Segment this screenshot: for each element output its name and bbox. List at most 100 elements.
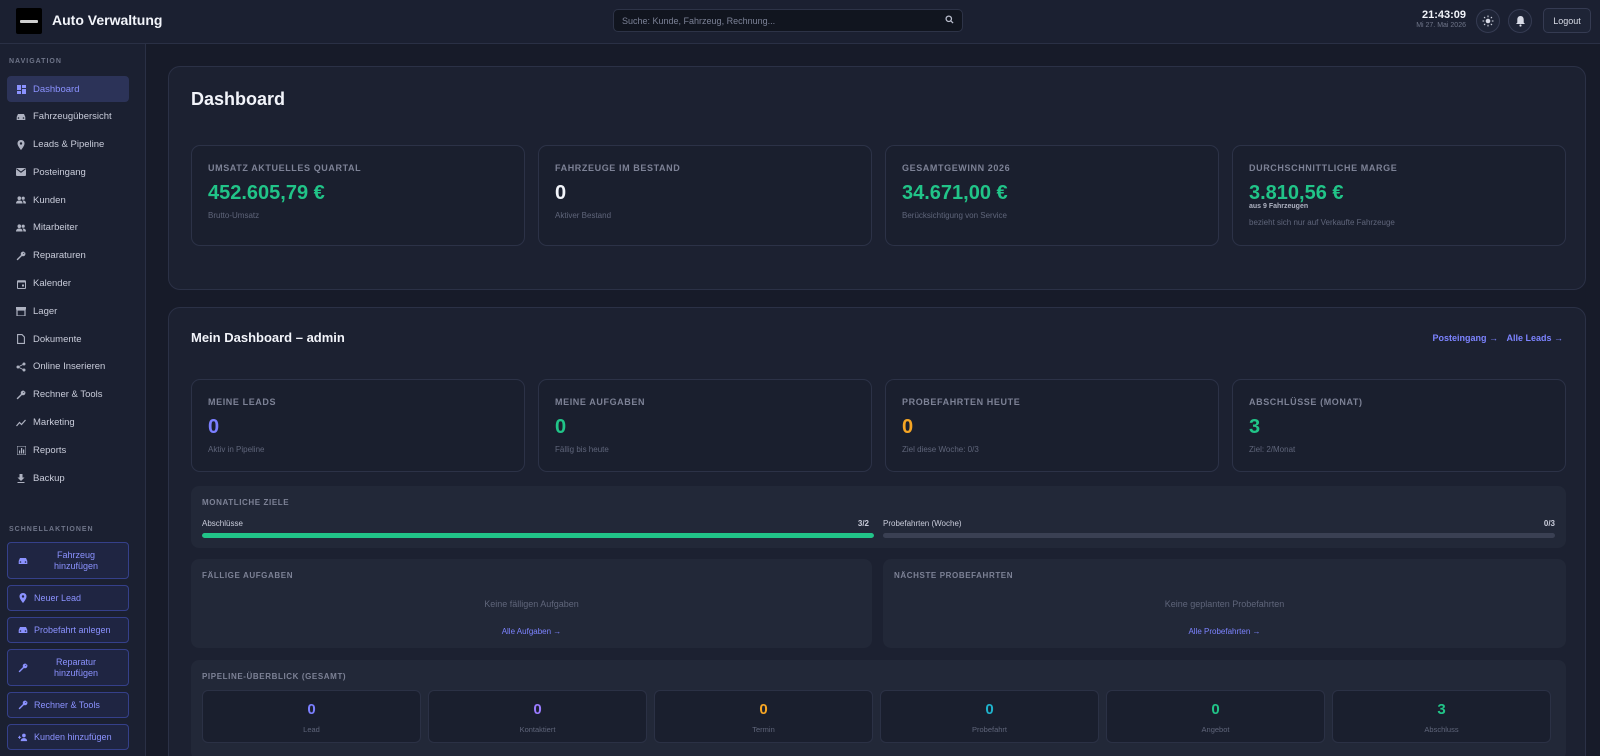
add-customer-button[interactable]: Kunden hinzufügen [7,724,129,750]
sidebar-item-lager[interactable]: Lager [7,298,129,324]
kpi-label: ABSCHLÜSSE (MONAT) [1249,397,1363,407]
due-tasks-empty: Keine fälligen Aufgaben [484,599,579,609]
pin-icon [16,139,26,150]
sidebar-item-kalender[interactable]: Kalender [7,271,129,297]
stat-value: 452.605,79 € [208,182,325,204]
kpi-value: 0 [208,416,220,438]
goal-progress-track [883,533,1555,538]
stat-sub: Aktiver Bestand [555,211,612,220]
wrench-icon [18,700,28,710]
sidebar-item-posteingang[interactable]: Posteingang [7,159,129,185]
stat-card-margin: DURCHSCHNITTLICHE MARGE 3.810,56 € aus 9… [1232,145,1566,246]
sidebar: NAVIGATION Dashboard Fahrzeugübersicht L… [0,44,146,756]
pipeline-overview: PIPELINE-ÜBERBLICK (GESAMT) 0 Lead 0 Kon… [191,660,1566,756]
dashboard-icon [16,84,26,94]
all-test-drives-link[interactable]: Alle Probefahrten → [883,627,1566,636]
pipeline-stage-test-drive[interactable]: 0 Probefahrt [880,690,1099,743]
car-icon [18,556,28,566]
sidebar-item-label: Dashboard [33,83,80,95]
add-repair-button[interactable]: Reparatur hinzufügen [7,649,129,686]
search-input[interactable] [622,13,922,29]
pipeline-stage-deal[interactable]: 3 Abschluss [1332,690,1551,743]
nav-list: Dashboard Fahrzeugübersicht Leads & Pipe… [7,76,129,493]
sidebar-item-label: Mitarbeiter [33,222,78,234]
monthly-goals: MONATLICHE ZIELE Abschlüsse 3/2 Probefah… [191,486,1566,548]
add-person-icon [18,732,28,742]
add-repair-label: Reparatur hinzufügen [53,656,99,678]
theme-toggle-button[interactable] [1476,9,1500,33]
kpi-card-leads[interactable]: MEINE LEADS 0 Aktiv in Pipeline [191,379,525,472]
kpi-value: 3 [1249,416,1261,438]
sidebar-item-dokumente[interactable]: Dokumente [7,326,129,352]
inbox-link[interactable]: Posteingang → [1432,333,1498,343]
sidebar-item-label: Kunden [33,194,66,206]
stat-label: DURCHSCHNITTLICHE MARGE [1249,163,1398,173]
sidebar-item-label: Backup [33,472,65,484]
search-icon[interactable] [945,15,954,24]
all-leads-link[interactable]: Alle Leads → [1506,333,1563,343]
logout-button[interactable]: Logout [1543,8,1591,33]
sidebar-item-label: Leads & Pipeline [33,139,105,151]
calendar-icon [16,279,26,289]
pipeline-stage-lead[interactable]: 0 Lead [202,690,421,743]
page-title: Dashboard [191,89,286,109]
stage-count: 0 [307,701,316,718]
notifications-button[interactable] [1508,9,1532,33]
people-icon [16,195,26,205]
kpi-sub: Aktiv in Pipeline [208,445,265,454]
sidebar-item-marketing[interactable]: Marketing [7,410,129,436]
add-vehicle-label: Fahrzeug hinzufügen [53,549,99,571]
sidebar-item-backup[interactable]: Backup [7,465,129,491]
add-test-drive-button[interactable]: Probefahrt anlegen [7,617,129,643]
sidebar-item-label: Reports [33,444,67,456]
kpi-card-tasks[interactable]: MEINE AUFGABEN 0 Fällig bis heute [538,379,872,472]
nav-section-title: NAVIGATION [9,58,62,65]
sidebar-item-fahrzeuguebersicht[interactable]: Fahrzeugübersicht [7,104,129,130]
kpi-card-deals[interactable]: ABSCHLÜSSE (MONAT) 3 Ziel: 2/Monat [1232,379,1566,472]
all-tasks-link[interactable]: Alle Aufgaben → [191,627,872,636]
pipeline-stage-offer[interactable]: 0 Angebot [1106,690,1325,743]
new-lead-label: Neuer Lead [34,592,82,603]
sidebar-item-mitarbeiter[interactable]: Mitarbeiter [7,215,129,241]
section-title: Mein Dashboard – admin [191,330,345,345]
sidebar-item-reparaturen[interactable]: Reparaturen [7,243,129,269]
sidebar-item-reports[interactable]: Reports [7,437,129,463]
box-icon [16,306,26,316]
kpi-sub: Ziel diese Woche: 0/3 [902,445,979,454]
stage-count: 0 [1211,701,1220,718]
sidebar-item-online-inserieren[interactable]: Online Inserieren [7,354,129,380]
sidebar-item-label: Lager [33,305,58,317]
sidebar-item-dashboard[interactable]: Dashboard [7,76,129,102]
stat-card-profit: GESAMTGEWINN 2026 34.671,00 € Berücksich… [885,145,1219,246]
people-icon [16,223,26,233]
logo[interactable] [16,8,42,34]
stage-count: 0 [759,701,768,718]
clock-time: 21:43:09 [1421,9,1466,21]
pipeline-stage-appointment[interactable]: 0 Termin [654,690,873,743]
sidebar-item-leads[interactable]: Leads & Pipeline [7,132,129,158]
bell-icon [1515,15,1526,27]
sidebar-item-rechner-tools[interactable]: Rechner & Tools [7,382,129,408]
stage-label: Termin [752,725,775,734]
new-lead-button[interactable]: Neuer Lead [7,585,129,611]
sidebar-item-label: Kalender [33,278,72,290]
stat-value: 0 [555,182,567,204]
goals-title: MONATLICHE ZIELE [202,498,290,507]
goal-progress-track [202,533,874,538]
document-icon [16,334,26,345]
sidebar-item-label: Fahrzeugübersicht [33,111,112,123]
kpi-card-test-drives[interactable]: PROBEFAHRTEN HEUTE 0 Ziel diese Woche: 0… [885,379,1219,472]
stage-label: Kontaktiert [519,725,556,734]
calculator-tools-button[interactable]: Rechner & Tools [7,692,129,718]
sidebar-item-kunden[interactable]: Kunden [7,187,129,213]
pipeline-stage-contacted[interactable]: 0 Kontaktiert [428,690,647,743]
sidebar-item-label: Rechner & Tools [33,389,103,401]
trend-icon [16,418,26,428]
download-icon [16,473,26,483]
sidebar-item-label: Marketing [33,417,75,429]
due-tasks-title: FÄLLIGE AUFGABEN [202,571,294,580]
stat-sub: Brutto-Umsatz [208,211,260,220]
sun-icon [1482,15,1494,27]
kpi-value: 0 [902,416,914,438]
add-vehicle-button[interactable]: Fahrzeug hinzufügen [7,542,129,579]
